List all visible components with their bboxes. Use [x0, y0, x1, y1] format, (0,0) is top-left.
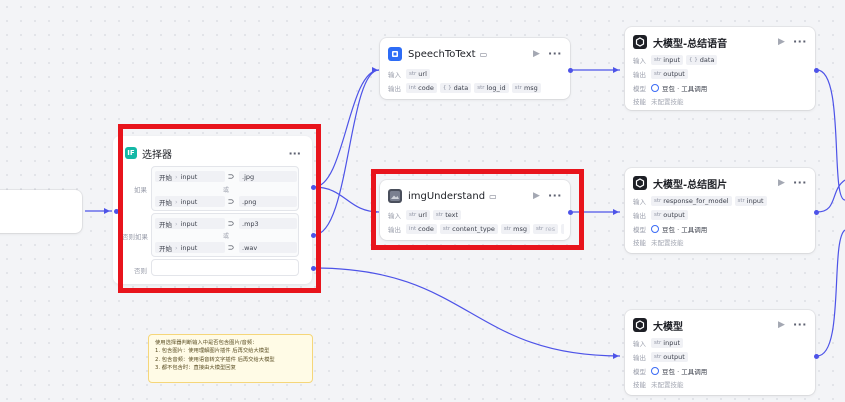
- node-title: 大模型-总结语音: [653, 38, 728, 50]
- wire-llm-out: [816, 229, 845, 357]
- param-chip: str output: [651, 352, 688, 362]
- node-title: 大模型: [653, 321, 683, 333]
- llm-voice-node[interactable]: 大模型-总结语音 ▶ ··· 输入 str input { } data 输出 st…: [625, 27, 815, 110]
- highlight-box-selector: [118, 124, 321, 293]
- arrow-head: [613, 209, 619, 215]
- note-line: 1. 包含图片：使用理解图片插件 后再交给大模型: [155, 348, 270, 355]
- start-node[interactable]: [0, 190, 82, 233]
- node-title: SpeechToText: [408, 48, 476, 60]
- run-icon[interactable]: ▶: [778, 320, 785, 330]
- model-row: 模型 豆包 · 工具调用: [633, 367, 708, 376]
- output-row: 输出 str output: [633, 209, 809, 221]
- model-icon: [651, 225, 659, 233]
- llm-icon: [633, 176, 647, 190]
- model-icon: [651, 367, 659, 375]
- port-llm-voice-out[interactable]: [814, 68, 819, 73]
- node-title: 大模型-总结图片: [653, 179, 728, 191]
- port-llm-image-out[interactable]: [814, 210, 819, 215]
- param-chip: str output: [651, 69, 688, 79]
- more-options-icon[interactable]: ···: [548, 48, 562, 59]
- input-row: 输入 str input: [633, 337, 809, 349]
- llm-icon: [633, 318, 647, 332]
- param-chip: str input: [734, 196, 767, 206]
- model-name: 豆包 · 工具调用: [662, 226, 708, 234]
- model-row: 模型 豆包 · 工具调用: [633, 225, 708, 234]
- arrow-head: [104, 208, 110, 214]
- output-row: 输出 int code { } data str log_id str msg: [388, 82, 564, 94]
- model-name: 豆包 · 工具调用: [662, 85, 708, 93]
- param-chip: str url: [406, 69, 430, 79]
- llm-node[interactable]: 大模型 ▶ ··· 输入 str input 输出 str output 模型 豆包…: [625, 310, 815, 395]
- skills-row: 技能 未配置技能: [633, 239, 684, 247]
- run-icon[interactable]: ▶: [778, 37, 785, 47]
- input-row: 输入 str url: [388, 68, 564, 80]
- param-chip: str input: [651, 55, 684, 65]
- arrow-head: [372, 67, 378, 73]
- wire-elif-to-speech: [313, 69, 380, 236]
- more-options-icon[interactable]: ···: [793, 319, 807, 330]
- port-llm-out[interactable]: [814, 354, 819, 359]
- input-row: 输入 str input { } data: [633, 54, 809, 66]
- wire-llm-voice-out: [816, 69, 845, 201]
- output-row: 输出 str output: [633, 351, 809, 363]
- bookmark-icon: ▭: [479, 49, 488, 59]
- param-chip: str input: [651, 338, 684, 348]
- skills-value: 未配置技能: [651, 98, 684, 106]
- run-icon[interactable]: ▶: [778, 178, 785, 188]
- wire-llm-image-out: [816, 179, 845, 213]
- arrow-head: [613, 67, 619, 73]
- output-row: 输出 str output: [633, 68, 809, 80]
- param-chip: int code: [406, 83, 437, 93]
- param-chip: { } data: [686, 55, 718, 65]
- param-chip: { } data: [439, 83, 472, 93]
- model-row: 模型 豆包 · 工具调用: [633, 84, 708, 93]
- more-options-icon[interactable]: ···: [793, 177, 807, 188]
- wire-if-to-speech: [313, 69, 380, 188]
- comment-note[interactable]: 使用选择器判断输入中是否包含图片/音频： 1. 包含图片：使用理解图片插件 后再…: [148, 334, 313, 383]
- skills-row: 技能 未配置技能: [633, 381, 684, 389]
- wire-else-to-llm: [313, 267, 621, 357]
- more-options-icon[interactable]: ···: [793, 36, 807, 47]
- llm-image-node[interactable]: 大模型-总结图片 ▶ ··· 输入 str response_for_model …: [625, 168, 815, 253]
- model-name: 豆包 · 工具调用: [662, 368, 708, 376]
- note-line: 3. 都不包含时：直接由大模型回复: [155, 365, 236, 372]
- skills-value: 未配置技能: [651, 239, 684, 247]
- param-chip: str output: [651, 210, 688, 220]
- llm-icon: [633, 35, 647, 49]
- note-line: 使用选择器判断输入中是否包含图片/音频：: [155, 340, 258, 346]
- arrow-head: [613, 353, 619, 359]
- speech-node-icon: [388, 47, 402, 61]
- port-speech-out[interactable]: [568, 68, 573, 73]
- param-chip: str msg: [511, 83, 541, 93]
- speech-to-text-node[interactable]: SpeechToText ▭ ▶ ··· 输入 str url 输出 int cod…: [380, 38, 570, 99]
- input-row: 输入 str response_for_model str input: [633, 195, 809, 207]
- highlight-box-image-node: [371, 169, 584, 250]
- model-icon: [651, 84, 659, 92]
- param-chip: str log_id: [474, 83, 509, 93]
- note-line: 2. 包含音频：使用语音转文字插件 后再交给大模型: [155, 356, 275, 363]
- wire-if-to-image: [313, 186, 380, 213]
- run-icon[interactable]: ▶: [533, 49, 540, 59]
- param-chip: str response_for_model: [651, 196, 732, 206]
- skills-value: 未配置技能: [651, 381, 684, 389]
- skills-row: 技能 未配置技能: [633, 98, 684, 106]
